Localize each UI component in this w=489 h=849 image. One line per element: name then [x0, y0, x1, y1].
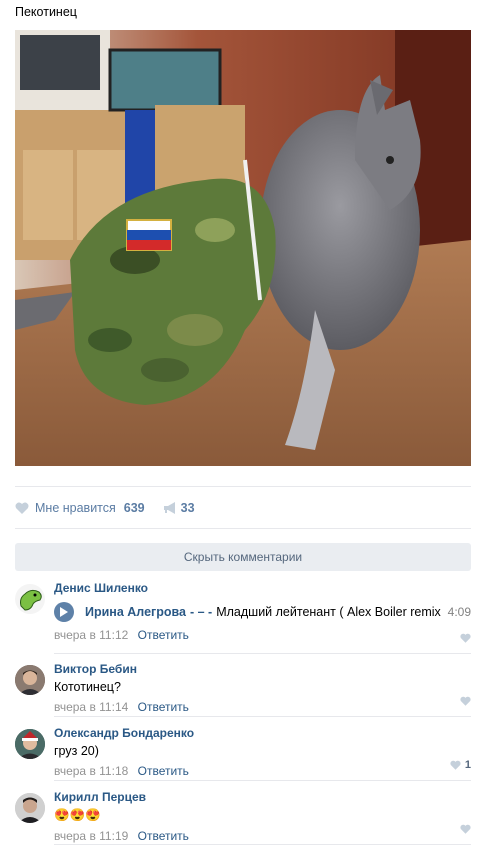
comment-time[interactable]: вчера в 11:14: [54, 700, 128, 714]
audio-artist[interactable]: Ирина Алегрова: [85, 605, 186, 619]
user-photo-icon: [15, 665, 45, 695]
share-button[interactable]: 33: [163, 501, 195, 515]
post-actions: Мне нравится 639 33: [15, 499, 213, 517]
comment-meta: вчера в 11:12 Ответить: [54, 628, 471, 642]
comment-text: 😍😍😍: [54, 808, 101, 822]
divider: [54, 780, 471, 781]
user-photo-icon: [15, 729, 45, 759]
comment-text: груз 20): [54, 744, 99, 758]
comment-author[interactable]: Олександр Бондаренко: [54, 726, 471, 740]
comment-author[interactable]: Денис Шиленко: [54, 581, 471, 595]
avatar[interactable]: [15, 793, 45, 823]
comment-time[interactable]: вчера в 11:19: [54, 829, 128, 843]
play-button[interactable]: [54, 602, 74, 622]
comment-meta: вчера в 11:19 Ответить: [54, 829, 471, 843]
hide-comments-button[interactable]: Скрыть комментарии: [15, 543, 471, 571]
divider: [54, 653, 471, 654]
comment-text: Кототинец?: [54, 680, 121, 694]
audio-title: Младший лейтенант ( Alex Boiler remix: [216, 605, 441, 619]
comment-like-button[interactable]: [460, 696, 471, 706]
comment-like-button[interactable]: 1: [450, 759, 471, 771]
reply-button[interactable]: Ответить: [138, 700, 189, 714]
audio-separator: - – -: [189, 605, 213, 619]
reply-button[interactable]: Ответить: [138, 628, 189, 642]
comment: Олександр Бондаренко груз 20) вчера в 11…: [15, 726, 471, 778]
post-text: Пекотинец: [15, 5, 77, 19]
comment-like-count: 1: [464, 759, 471, 771]
user-photo-icon: [15, 793, 45, 823]
audio-duration: 4:09: [447, 605, 471, 619]
comment-author[interactable]: Кирилл Перцев: [54, 790, 471, 804]
comment: Денис Шиленко Ирина Алегрова - – - Младш…: [15, 581, 471, 649]
divider: [15, 486, 471, 487]
like-button[interactable]: Мне нравится 639: [15, 501, 145, 515]
audio-attachment: Ирина Алегрова - – - Младший лейтенант (…: [54, 601, 471, 623]
heart-icon: [460, 633, 471, 643]
cat-in-uniform-image: [15, 30, 471, 466]
comment-like-button[interactable]: [460, 824, 471, 834]
avatar[interactable]: [15, 584, 45, 614]
comment-time[interactable]: вчера в 11:18: [54, 764, 128, 778]
like-count: 639: [123, 501, 145, 515]
comment: Виктор Бебин Кототинец? вчера в 11:14 От…: [15, 662, 471, 714]
heart-icon: [450, 760, 461, 770]
heart-icon: [460, 824, 471, 834]
like-label: Мне нравится: [35, 501, 116, 515]
play-icon: [60, 607, 68, 617]
post-photo[interactable]: [15, 30, 471, 466]
divider: [15, 528, 471, 529]
divider: [54, 716, 471, 717]
avatar[interactable]: [15, 729, 45, 759]
comment-author[interactable]: Виктор Бебин: [54, 662, 471, 676]
reply-button[interactable]: Ответить: [138, 764, 189, 778]
megaphone-icon: [163, 502, 175, 514]
avatar[interactable]: [15, 665, 45, 695]
comment-like-button[interactable]: [460, 633, 471, 643]
comment-meta: вчера в 11:18 Ответить: [54, 764, 471, 778]
comment-time[interactable]: вчера в 11:12: [54, 628, 128, 642]
comment-meta: вчера в 11:14 Ответить: [54, 700, 471, 714]
comment: Кирилл Перцев 😍😍😍 вчера в 11:19 Ответить: [15, 790, 471, 843]
reply-button[interactable]: Ответить: [138, 829, 189, 843]
heart-icon: [460, 696, 471, 706]
heart-icon: [15, 502, 29, 514]
divider: [54, 844, 471, 845]
share-count: 33: [180, 501, 195, 515]
dinosaur-avatar-icon: [15, 584, 45, 614]
